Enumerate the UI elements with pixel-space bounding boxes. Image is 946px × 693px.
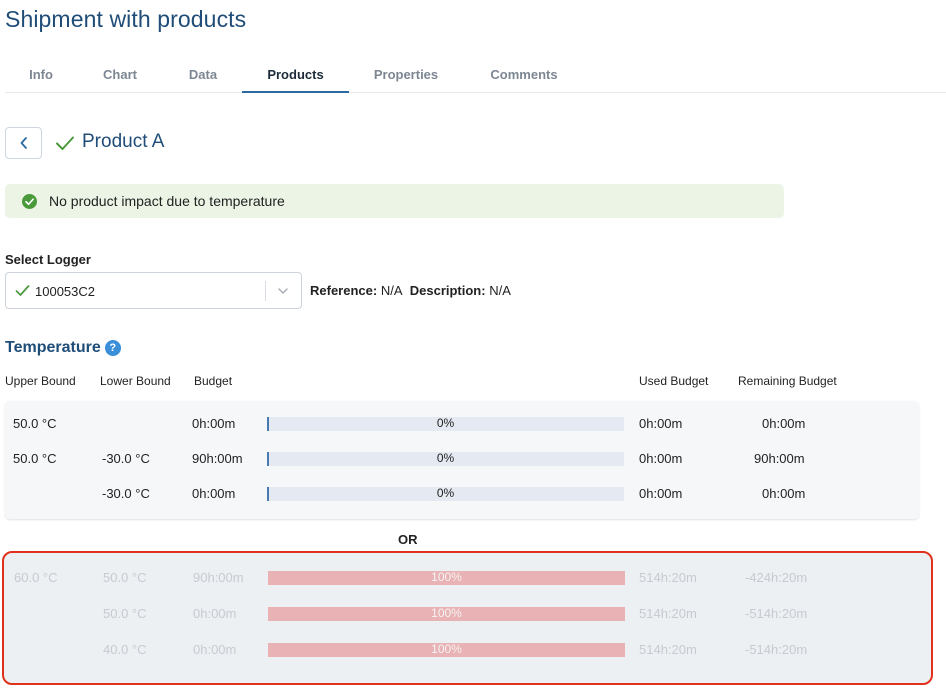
temperature-section-title: Temperature ? <box>5 339 121 357</box>
tab-comments[interactable]: Comments <box>483 58 565 93</box>
help-icon[interactable]: ? <box>104 340 121 356</box>
column-used-budget: Used Budget <box>639 374 709 388</box>
page-title: Shipment with products <box>5 6 247 32</box>
check-icon <box>15 285 30 296</box>
used-budget-value: 514h:20m <box>639 642 697 657</box>
budget-percent: 0% <box>436 486 455 500</box>
used-budget-value: 0h:00m <box>639 416 683 431</box>
lower-bound-value: -30.0 °C <box>102 486 150 501</box>
tab-bar: Info Chart Data Products Properties Comm… <box>5 58 946 93</box>
remaining-budget-value: 0h:00m <box>762 416 806 431</box>
chevron-down-icon[interactable] <box>276 284 290 298</box>
logger-reference-line: Reference: N/A Description: N/A <box>310 283 511 298</box>
used-budget-value: 514h:20m <box>639 606 697 621</box>
logger-select[interactable]: 100053C2 <box>5 272 302 309</box>
product-title: Product A <box>82 131 165 152</box>
upper-bound-value: 50.0 °C <box>13 416 57 431</box>
lower-bound-value: 50.0 °C <box>103 570 147 585</box>
used-budget-value: 514h:20m <box>639 570 697 585</box>
lower-bound-value: 40.0 °C <box>103 642 147 657</box>
tab-properties[interactable]: Properties <box>367 58 445 93</box>
budget-value: 0h:00m <box>192 486 236 501</box>
budget-value: 90h:00m <box>193 570 244 585</box>
lower-bound-value: 50.0 °C <box>103 606 147 621</box>
budget-value: 0h:00m <box>192 416 236 431</box>
column-upper-bound: Upper Bound <box>5 374 76 388</box>
budget-progress-bar: 0% <box>267 451 624 466</box>
used-budget-value: 0h:00m <box>639 451 683 466</box>
budget-percent: 100% <box>431 606 462 620</box>
budget-progress-bar: 100% <box>268 642 625 657</box>
temperature-title: Temperature <box>5 339 101 356</box>
column-budget: Budget <box>194 374 233 388</box>
column-lower-bound: Lower Bound <box>100 374 171 388</box>
back-button[interactable] <box>5 127 42 159</box>
reference-label: Reference: <box>310 283 378 298</box>
check-icon <box>56 136 74 150</box>
table-row: 60.0 °C 50.0 °C 90h:00m 100% 514h:20m -4… <box>4 568 931 588</box>
impact-text: No product impact due to temperature <box>49 193 285 209</box>
budget-percent: 0% <box>436 451 455 465</box>
budget-value: 0h:00m <box>193 642 237 657</box>
description-value: N/A <box>489 283 511 298</box>
budget-percent: 0% <box>436 416 455 430</box>
remaining-budget-value: 90h:00m <box>754 451 805 466</box>
remaining-budget-value: -514h:20m <box>745 606 808 621</box>
budget-percent: 100% <box>431 570 462 584</box>
budget-value: 90h:00m <box>192 451 243 466</box>
budget-progress-bar: 0% <box>267 416 624 431</box>
table-row: -30.0 °C 0h:00m 0% 0h:00m 0h:00m <box>5 484 919 504</box>
upper-bound-value: 50.0 °C <box>13 451 57 466</box>
budget-progress-bar: 0% <box>267 486 624 501</box>
column-remaining-budget: Remaining Budget <box>738 374 837 388</box>
table-row: 50.0 °C 0h:00m 100% 514h:20m -514h:20m <box>4 604 931 624</box>
table-row: 40.0 °C 0h:00m 100% 514h:20m -514h:20m <box>4 640 931 660</box>
reference-value: N/A <box>380 283 403 298</box>
tab-data[interactable]: Data <box>180 58 226 93</box>
tab-info[interactable]: Info <box>18 58 64 93</box>
budget-percent: 100% <box>431 642 462 656</box>
or-separator: OR <box>398 532 418 547</box>
select-divider <box>265 281 266 301</box>
description-label: Description: <box>409 283 486 298</box>
used-budget-value: 0h:00m <box>639 486 683 501</box>
budget-progress-bar: 100% <box>268 606 625 621</box>
select-logger-label: Select Logger <box>5 252 91 267</box>
remaining-budget-value: -514h:20m <box>745 642 808 657</box>
check-circle-icon <box>22 193 37 209</box>
remaining-budget-value: -424h:20m <box>745 570 808 585</box>
alternative-budget-table: 60.0 °C 50.0 °C 90h:00m 100% 514h:20m -4… <box>2 551 933 685</box>
impact-status-banner: No product impact due to temperature <box>5 184 784 218</box>
budget-value: 0h:00m <box>193 606 237 621</box>
temperature-budget-table: 50.0 °C 0h:00m 0% 0h:00m 0h:00m 50.0 °C … <box>5 401 919 519</box>
table-row: 50.0 °C 0h:00m 0% 0h:00m 0h:00m <box>5 414 919 434</box>
lower-bound-value: -30.0 °C <box>102 451 150 466</box>
remaining-budget-value: 0h:00m <box>762 486 806 501</box>
upper-bound-value: 60.0 °C <box>14 570 58 585</box>
tab-products[interactable]: Products <box>242 58 349 93</box>
logger-value: 100053C2 <box>35 284 95 299</box>
budget-progress-bar: 100% <box>268 570 625 585</box>
table-row: 50.0 °C -30.0 °C 90h:00m 0% 0h:00m 90h:0… <box>5 449 919 469</box>
chevron-left-icon <box>20 137 27 149</box>
tab-chart[interactable]: Chart <box>94 58 146 93</box>
